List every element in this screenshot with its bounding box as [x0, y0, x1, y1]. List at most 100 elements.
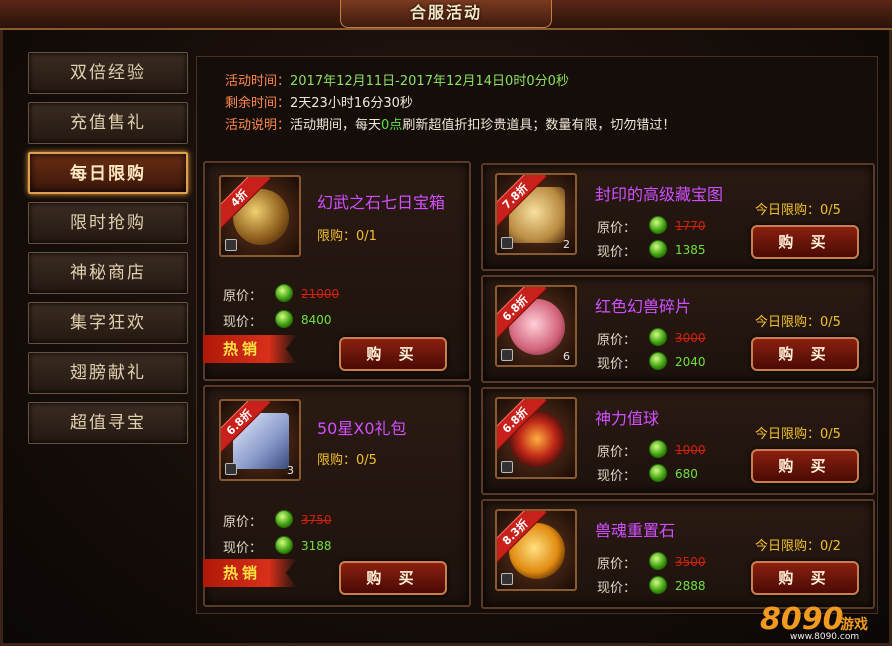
- item-card-right-2: 6.8折 6 红色幻兽碎片 今日限购：0/5 原价： 3000 现价： 2040…: [481, 275, 875, 383]
- gem-icon: [649, 552, 667, 570]
- tab-recharge-gift[interactable]: 充值售礼: [28, 102, 188, 144]
- orig-price: 1000: [675, 443, 706, 457]
- daily-limit: 今日限购：0/2: [755, 539, 841, 554]
- item-name: 神力值球: [595, 409, 660, 428]
- item-name: 红色幻兽碎片: [595, 297, 692, 316]
- gem-icon: [649, 328, 667, 346]
- tab-flash-sale[interactable]: 限时抢购: [28, 202, 188, 244]
- now-price-label: 现价：: [597, 469, 637, 484]
- now-price: 3188: [301, 539, 332, 553]
- buy-button[interactable]: 购 买: [339, 337, 447, 371]
- event-desc-post: 刷新超值折扣珍贵道具；数量有限，切勿错过！: [402, 118, 676, 133]
- buy-button[interactable]: 购 买: [751, 449, 859, 483]
- gem-icon: [649, 240, 667, 258]
- hot-sale-badge: 热销: [203, 335, 297, 363]
- window-title: 合服活动: [409, 3, 482, 22]
- tab-word-collect[interactable]: 集字狂欢: [28, 302, 188, 344]
- now-price-label: 现价：: [597, 245, 637, 260]
- buy-button[interactable]: 购 买: [751, 561, 859, 595]
- item-count: 6: [563, 350, 570, 363]
- daily-limit: 今日限购：0/5: [755, 203, 841, 218]
- buy-button[interactable]: 购 买: [751, 337, 859, 371]
- title-bar: 合服活动: [0, 0, 892, 30]
- lock-icon: [225, 463, 237, 475]
- item-name: 幻武之石七日宝箱: [317, 193, 446, 212]
- remaining-time-row: 剩余时间：2天23小时16分30秒: [225, 93, 675, 115]
- gem-icon: [275, 310, 293, 328]
- item-card-left-1: 4折 幻武之石七日宝箱 限购：0/1 原价： 21000 现价： 8400 热销…: [203, 161, 471, 381]
- item-slot[interactable]: 6.8折 6: [495, 285, 577, 367]
- remaining-time-value: 2天23小时16分30秒: [290, 96, 413, 111]
- orig-price-label: 原价：: [223, 515, 263, 530]
- gem-icon: [275, 284, 293, 302]
- event-time-row: 活动时间：2017年12月11日-2017年12月14日0时0分0秒: [225, 71, 675, 93]
- daily-limit: 今日限购：0/5: [755, 427, 841, 442]
- title-plate: 合服活动: [340, 0, 552, 28]
- remaining-time-label: 剩余时间：: [225, 96, 291, 111]
- item-name: 50星X0礼包: [317, 419, 407, 438]
- item-card-right-3: 6.8折 神力值球 今日限购：0/5 原价： 1000 现价： 680 购 买: [481, 387, 875, 495]
- tab-mystery-shop[interactable]: 神秘商店: [28, 252, 188, 294]
- item-slot[interactable]: 7.8折 2: [495, 173, 577, 255]
- purchase-limit: 限购：0/5: [317, 453, 377, 468]
- gem-icon: [275, 510, 293, 528]
- item-slot[interactable]: 8.3折: [495, 509, 577, 591]
- orig-price-label: 原价：: [597, 445, 637, 460]
- tab-daily-limit[interactable]: 每日限购: [28, 152, 188, 194]
- item-count: 2: [563, 238, 570, 251]
- sidebar: 双倍经验 充值售礼 每日限购 限时抢购 神秘商店 集字狂欢 翅膀献礼 超值寻宝: [28, 52, 190, 452]
- orig-price: 3750: [301, 513, 332, 527]
- gem-icon: [649, 576, 667, 594]
- item-slot[interactable]: 4折: [219, 175, 301, 257]
- event-desc-highlight: 0点: [381, 118, 403, 133]
- orig-price-label: 原价：: [597, 221, 637, 236]
- orig-price: 21000: [301, 287, 340, 301]
- item-name: 兽魂重置石: [595, 521, 676, 540]
- hot-sale-badge: 热销: [203, 559, 297, 587]
- event-desc-pre: 活动期间，每天: [290, 118, 382, 133]
- buy-button[interactable]: 购 买: [339, 561, 447, 595]
- event-time-label: 活动时间：: [225, 74, 291, 89]
- tab-double-exp[interactable]: 双倍经验: [28, 52, 188, 94]
- event-desc-label: 活动说明：: [225, 118, 291, 133]
- now-price: 8400: [301, 313, 332, 327]
- buy-button[interactable]: 购 买: [751, 225, 859, 259]
- item-slot[interactable]: 6.8折 3: [219, 399, 301, 481]
- gem-icon: [275, 536, 293, 554]
- watermark-logo: 8090 游戏 www.8090.com: [760, 598, 890, 644]
- now-price: 2888: [675, 579, 706, 593]
- now-price-label: 现价：: [223, 315, 263, 330]
- item-card-right-1: 7.8折 2 封印的高级藏宝图 今日限购：0/5 原价： 1770 现价： 13…: [481, 163, 875, 271]
- item-slot[interactable]: 6.8折: [495, 397, 577, 479]
- event-time-value: 2017年12月11日-2017年12月14日0时0分0秒: [290, 74, 569, 89]
- gem-icon: [649, 440, 667, 458]
- now-price: 1385: [675, 243, 706, 257]
- logo-text: 游戏: [840, 617, 868, 633]
- now-price: 2040: [675, 355, 706, 369]
- orig-price-label: 原价：: [223, 289, 263, 304]
- purchase-limit: 限购：0/1: [317, 229, 377, 244]
- orig-price-label: 原价：: [597, 557, 637, 572]
- event-desc-row: 活动说明：活动期间，每天0点刷新超值折扣珍贵道具；数量有限，切勿错过！: [225, 115, 675, 137]
- now-price-label: 现价：: [223, 541, 263, 556]
- orig-price: 3000: [675, 331, 706, 345]
- daily-limit: 今日限购：0/5: [755, 315, 841, 330]
- item-name: 封印的高级藏宝图: [595, 185, 724, 204]
- gem-icon: [649, 216, 667, 234]
- event-info: 活动时间：2017年12月11日-2017年12月14日0时0分0秒 剩余时间：…: [225, 71, 675, 137]
- gem-icon: [649, 464, 667, 482]
- item-card-left-2: 6.8折 3 50星X0礼包 限购：0/5 原价： 3750 现价： 3188 …: [203, 385, 471, 607]
- lock-icon: [501, 461, 513, 473]
- lock-icon: [501, 237, 513, 249]
- lock-icon: [501, 349, 513, 361]
- now-price-label: 现价：: [597, 581, 637, 596]
- orig-price: 1770: [675, 219, 706, 233]
- item-count: 3: [287, 464, 294, 477]
- lock-icon: [501, 573, 513, 585]
- tab-wing-gift[interactable]: 翅膀献礼: [28, 352, 188, 394]
- item-card-right-4: 8.3折 兽魂重置石 今日限购：0/2 原价： 3500 现价： 2888 购 …: [481, 499, 875, 609]
- now-price-label: 现价：: [597, 357, 637, 372]
- orig-price: 3500: [675, 555, 706, 569]
- orig-price-label: 原价：: [597, 333, 637, 348]
- tab-treasure-hunt[interactable]: 超值寻宝: [28, 402, 188, 444]
